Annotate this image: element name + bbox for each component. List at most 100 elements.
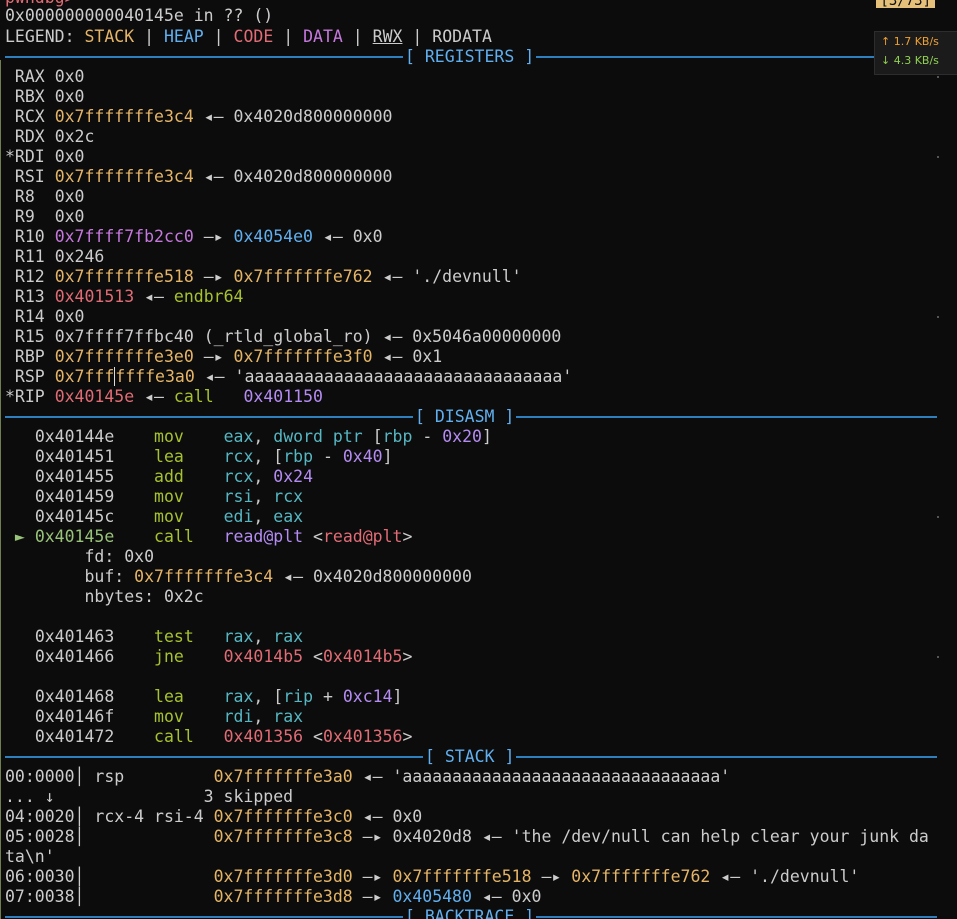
register-value: 0x0	[54, 307, 85, 326]
instr-operand: [	[362, 427, 383, 446]
current-marker	[5, 447, 25, 466]
register-row: RSI 0x7fffffffe3c4 ◂— 0x4020d800000000	[5, 167, 393, 187]
stack-segment: 00:0000│ rsp	[5, 767, 214, 786]
register-value: 0x2c	[54, 127, 95, 146]
register-name: R9	[5, 207, 45, 226]
instr-mnemonic: call	[154, 527, 194, 546]
register-name: R15	[5, 327, 45, 346]
instr-address: 0x40146f	[34, 707, 115, 726]
disasm-row: buf: 0x7fffffffe3c4 ◂— 0x4020d800000000	[5, 567, 471, 587]
instr-address: 0x401466	[34, 647, 115, 666]
register-name: RDX	[5, 127, 45, 146]
instr-operand: -	[412, 427, 443, 446]
stack-segment: 05:0028│	[5, 827, 214, 846]
disasm-row: 0x401459 mov rsi, rcx	[5, 487, 303, 507]
instr-operand: ,	[253, 507, 274, 526]
register-value: ◂— 0x1	[372, 347, 443, 366]
instr-mnemonic: mov	[154, 507, 194, 526]
instr-address: 0x40145c	[34, 507, 115, 526]
instr-operand: ,	[253, 467, 274, 486]
stack-segment: 0x405480	[392, 887, 472, 906]
stack-row: 00:0000│ rsp 0x7fffffffe3a0 ◂— 'aaaaaaaa…	[5, 767, 730, 787]
register-row: R8 0x0	[5, 187, 85, 207]
stack-segment: ◂— 0x0	[471, 887, 542, 906]
instr-operand: rdi	[223, 707, 254, 726]
register-row: R9 0x0	[5, 207, 85, 227]
register-name: R11	[5, 247, 45, 266]
instr-address: 0x401463	[34, 627, 115, 646]
instr-operand: , [	[253, 447, 284, 466]
register-value: ◂—	[134, 287, 174, 306]
instr-mnemonic: test	[154, 627, 194, 646]
register-value: 0x246	[54, 247, 105, 266]
legend-line: LEGEND: STACK | HEAP | CODE | DATA | RWX…	[5, 27, 492, 46]
register-name: RCX	[5, 107, 45, 126]
instr-mnemonic: lea	[154, 687, 194, 706]
register-row: R15 0x7ffff7ffbc40 (_rtld_global_ro) ◂— …	[5, 327, 561, 347]
page-badge: [3/73]	[876, 0, 935, 8]
current-marker: ►	[5, 527, 25, 546]
disasm-row: 0x401463 test rax, rax	[5, 627, 303, 647]
disasm-header: [ DISASM ]	[413, 407, 517, 427]
instr-operand: rax	[223, 627, 254, 646]
instr-operand: read@plt	[223, 527, 304, 546]
instr-operand: 0x401356	[223, 727, 304, 746]
instr-address: 0x401455	[34, 467, 115, 486]
instr-mnemonic: jne	[154, 647, 194, 666]
instr-operand: rcx	[223, 447, 254, 466]
instr-operand: rip	[283, 687, 314, 706]
instr-operand: ,	[253, 427, 274, 446]
current-marker	[5, 627, 25, 646]
register-value: call	[173, 387, 244, 406]
legend-heap: HEAP	[163, 27, 204, 46]
download-rate: ↓ 4.3 KB/s	[881, 54, 939, 67]
register-value: 0x0	[54, 187, 85, 206]
registers-header: [ REGISTERS ]	[403, 47, 537, 67]
register-value: ◂— './devnull'	[372, 267, 522, 286]
register-row: RBP 0x7fffffffe3e0 —▸ 0x7fffffffe3f0 ◂— …	[5, 347, 442, 367]
legend-rodata: RODATA	[432, 27, 492, 46]
network-monitor: ↑ 1.7 KB/s ↓ 4.3 KB/s	[874, 31, 957, 75]
stack-row: 04:0020│ rcx-4 rsi-4 0x7fffffffe3c0 ◂— 0…	[5, 807, 422, 827]
register-value: 0x4054e0	[233, 227, 313, 246]
legend-label: LEGEND:	[5, 27, 75, 46]
stack-segment: 0x7fffffffe3d0	[213, 867, 353, 886]
stack-segment: ◂— 0x0	[352, 807, 423, 826]
stack-segment: ◂— './devnull'	[710, 867, 860, 886]
instr-operand: rsi	[223, 487, 254, 506]
register-name: *RIP	[5, 387, 45, 406]
legend-code: CODE	[233, 27, 274, 46]
call-arg: buf:	[84, 567, 135, 586]
stack-segment: —▸ 0x4020d8 ◂— 'the /dev/null can help c…	[352, 827, 929, 846]
current-marker	[5, 467, 25, 486]
instr-operand: ]	[392, 687, 403, 706]
stack-row: 05:0028│ 0x7fffffffe3c8 —▸ 0x4020d8 ◂— '…	[5, 827, 929, 847]
register-name: RAX	[5, 67, 45, 86]
scroll-marker	[937, 156, 939, 158]
scroll-marker	[937, 516, 939, 518]
register-value: 0x7fffffffe3f0	[233, 347, 373, 366]
register-value: —▸	[193, 347, 234, 366]
terminal[interactable]: pwndbg> [3/73] 0x000000000040145e in ?? …	[0, 0, 957, 919]
register-value: ffffe3a0	[115, 367, 195, 386]
register-name: R13	[5, 287, 45, 306]
stack-row: ... ↓ 3 skipped	[5, 787, 293, 807]
instr-operand: <	[303, 727, 323, 746]
call-arg: 0x7fffffffe3c4	[134, 567, 274, 586]
register-value: 0x7fffffffe762	[233, 267, 373, 286]
instr-operand: rbp	[283, 447, 314, 466]
